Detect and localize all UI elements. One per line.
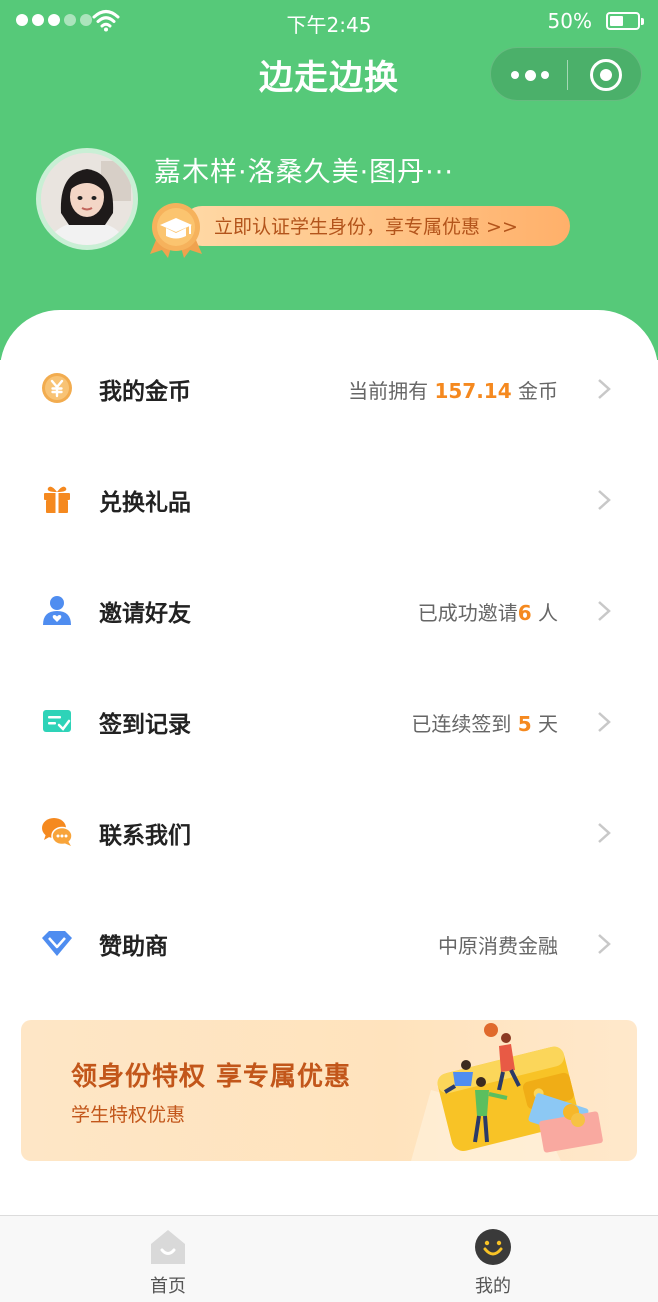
tab-mine[interactable]: 我的: [433, 1216, 553, 1302]
capsule-divider: [567, 60, 568, 90]
profile-header: 下午2:45 50% 边走边换 嘉木样·洛桑久美·图丹··· 立即认证学生身份，…: [0, 0, 658, 360]
chevron-right-icon: [598, 379, 611, 399]
avatar-image: [41, 153, 133, 245]
smiley-face-icon: [475, 1229, 511, 1265]
tab-home[interactable]: 首页: [108, 1216, 228, 1302]
menu-item-contact[interactable]: 联系我们: [0, 776, 658, 887]
more-options-icon[interactable]: [511, 66, 549, 84]
student-certification-text[interactable]: 立即认证学生身份，享专属优惠 >>: [214, 212, 518, 239]
invite-count-number: 6: [517, 601, 532, 625]
invite-count: 已成功邀请6 人: [417, 601, 558, 625]
menu-label-coins: 我的金币: [99, 379, 191, 405]
chevron-right-icon: [598, 712, 611, 732]
graduation-badge-icon: [150, 203, 202, 258]
diamond-icon: [42, 931, 72, 956]
battery-percentage: 50%: [547, 9, 592, 33]
menu-label-sponsor: 赞助商: [99, 934, 168, 960]
chevron-right-icon: [598, 490, 611, 510]
battery-level: [610, 16, 623, 26]
banner-title: 领身份特权 享专属优惠: [71, 1062, 352, 1092]
chevron-right-icon: [598, 601, 611, 621]
tab-bar: 首页 我的: [0, 1215, 658, 1302]
menu-label-gifts: 兑换礼品: [99, 490, 191, 516]
menu-label-contact: 联系我们: [99, 823, 191, 849]
sponsor-name: 中原消费金融: [438, 934, 558, 958]
coin-icon: [42, 373, 72, 403]
chat-bubbles-icon: [42, 818, 73, 846]
miniprogram-capsule: [490, 47, 642, 101]
menu-item-coins[interactable]: 我的金币 当前拥有 157.14 金币: [0, 332, 658, 443]
menu-item-invite[interactable]: 邀请好友 已成功邀请6 人: [0, 554, 658, 665]
chevron-right-icon: [598, 823, 611, 843]
checkin-streak-days: 5: [517, 712, 532, 736]
user-name: 嘉木样·洛桑久美·图丹···: [154, 157, 454, 188]
menu-label-checkin: 签到记录: [99, 712, 191, 738]
close-miniprogram-icon[interactable]: [590, 59, 622, 91]
privilege-banner[interactable]: 领身份特权 享专属优惠 学生特权优惠: [21, 1020, 637, 1161]
status-bar: 下午2:45 50%: [0, 0, 658, 44]
menu-label-invite: 邀请好友: [99, 601, 191, 627]
menu-item-gifts[interactable]: 兑换礼品: [0, 443, 658, 554]
gift-icon: [44, 486, 70, 513]
menu-item-sponsor[interactable]: 赞助商 中原消费金融: [0, 887, 658, 998]
menu-item-checkin[interactable]: 签到记录 已连续签到 5 天: [0, 665, 658, 776]
home-icon: [151, 1230, 185, 1264]
checkin-card-icon: [43, 710, 71, 732]
coins-amount: 157.14: [434, 379, 512, 403]
tab-label-home: 首页: [150, 1276, 186, 1297]
coins-balance: 当前拥有 157.14 金币: [348, 379, 558, 403]
battery-icon: [606, 12, 644, 30]
chevron-right-icon: [598, 934, 611, 954]
avatar[interactable]: [36, 148, 138, 250]
wallet-illustration: [411, 1023, 603, 1161]
banner-subtitle: 学生特权优惠: [71, 1104, 186, 1126]
checkin-streak: 已连续签到 5 天: [411, 712, 558, 736]
user-heart-icon: [43, 596, 71, 625]
tab-label-mine: 我的: [475, 1276, 511, 1297]
